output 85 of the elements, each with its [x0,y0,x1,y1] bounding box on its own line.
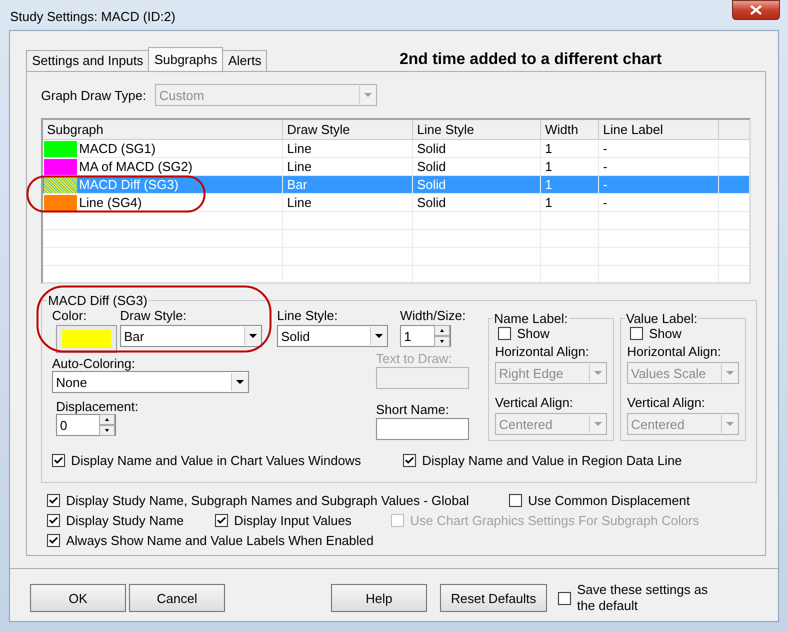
group-title: Value Label: [625,311,698,326]
table-cell: 1 [545,177,552,192]
field-label: Displacement: [56,399,140,414]
field-label: Text to Draw: [376,351,453,366]
checkbox-label: Display Name and Value in Region Data Line [422,453,682,468]
field-label: Short Name: [376,402,450,417]
checkbox[interactable] [47,494,60,507]
table-cell: Bar [287,177,308,192]
field-label: Graph Draw Type: [41,88,146,102]
field-label: Auto-Coloring: [52,356,136,371]
line-style-dropdown[interactable]: Solid [277,325,388,347]
table-cell: Line [287,159,312,174]
field-label: Horizontal Align: [627,344,722,359]
short-name-field[interactable] [376,418,469,440]
close-icon [750,5,762,15]
dialog-button[interactable]: OK [30,584,126,612]
table-cell: MACD (SG1) [79,141,156,156]
table-cell: Solid [417,177,446,192]
checkbox-label: Show [649,326,682,341]
table-row[interactable]: Line (SG4) Line Solid 1 - [43,194,749,212]
table-cell: MA of MACD (SG2) [79,159,192,174]
checkbox[interactable] [403,454,416,467]
group-title: Name Label: [493,311,569,326]
group-title: MACD Diff (SG3) [47,293,148,308]
tab[interactable]: Settings and Inputs [26,50,150,71]
table-cell: MACD Diff (SG3) [79,177,178,192]
checkbox-label: Always Show Name and Value Labels When Enabled [66,533,374,548]
spin-arrows-icon [434,325,450,347]
window-title: Study Settings: MACD (ID:2) [9,8,176,24]
spin-arrows-icon [99,414,115,436]
field-label: Vertical Align: [627,395,706,410]
table-cell: Solid [417,159,446,174]
draw-style-dropdown[interactable]: Bar [120,325,262,347]
checkbox-label: Display Study Name, Subgraph Names and Subgraph Values - Global [66,493,469,508]
checkbox-label: Use Common Displacement [528,493,690,508]
dialog-button[interactable]: Reset Defaults [440,584,547,612]
checkbox[interactable] [558,592,571,604]
checkbox[interactable] [47,534,60,547]
column-header[interactable]: Line Style [413,120,541,139]
field-label: Draw Style: [120,308,188,323]
field-label: Color: [52,308,88,323]
color-button[interactable] [56,325,117,353]
table-row[interactable]: MACD (SG1) Line Solid 1 - [43,140,749,158]
checkbox[interactable] [47,514,60,527]
text-to-draw-field[interactable] [376,367,469,389]
table-cell: Line [287,195,312,210]
field-label: Vertical Align: [495,395,574,410]
table-cell: - [603,141,608,156]
field-label: Horizontal Align: [495,344,590,359]
field-label: Width/Size: [400,308,466,323]
checkbox-label: Display Input Values [234,513,352,528]
table-cell: 1 [545,141,552,156]
column-header[interactable]: Subgraph [43,120,283,139]
dialog-button[interactable]: Help [331,584,427,612]
checkbox[interactable] [215,514,228,527]
checkbox-label: Display Name and Value in Chart Values Windows [71,453,361,468]
table-cell: Line (SG4) [79,195,142,210]
checkbox-label: Use Chart Graphics Settings For Subgraph Colors [410,513,700,528]
tab[interactable]: Subgraphs [148,47,224,71]
checkbox-label: Show [517,326,550,341]
column-header[interactable]: Line Label [599,120,719,139]
dialog-button[interactable]: Cancel [129,584,225,612]
tab[interactable]: Alerts [222,50,268,71]
checkbox[interactable] [52,454,65,467]
checkbox[interactable] [509,494,522,507]
checkbox[interactable] [630,327,643,340]
displacement-spinbox[interactable]: 0 [56,414,116,436]
width-spinbox[interactable]: 1 [400,325,451,347]
table-cell: - [603,177,608,192]
auto-coloring-dropdown[interactable]: None [52,371,249,393]
column-header[interactable]: Width [541,120,599,139]
table-cell: Line [287,141,312,156]
checkbox-label: Display Study Name [66,513,184,528]
field-label: Line Style: [277,308,339,323]
table-cell: 1 [545,159,552,174]
table-cell: 1 [545,195,552,210]
note-heading: 2nd time added to a different chart [399,51,662,69]
table-cell: - [603,195,608,210]
table-cell: - [603,159,608,174]
table-cell: Solid [417,195,446,210]
checkbox[interactable] [498,327,511,340]
table-cell: Solid [417,141,446,156]
close-button[interactable] [732,0,780,20]
checkbox-label: Save these settings as the default [577,582,708,614]
column-header[interactable]: Draw Style [283,120,413,139]
